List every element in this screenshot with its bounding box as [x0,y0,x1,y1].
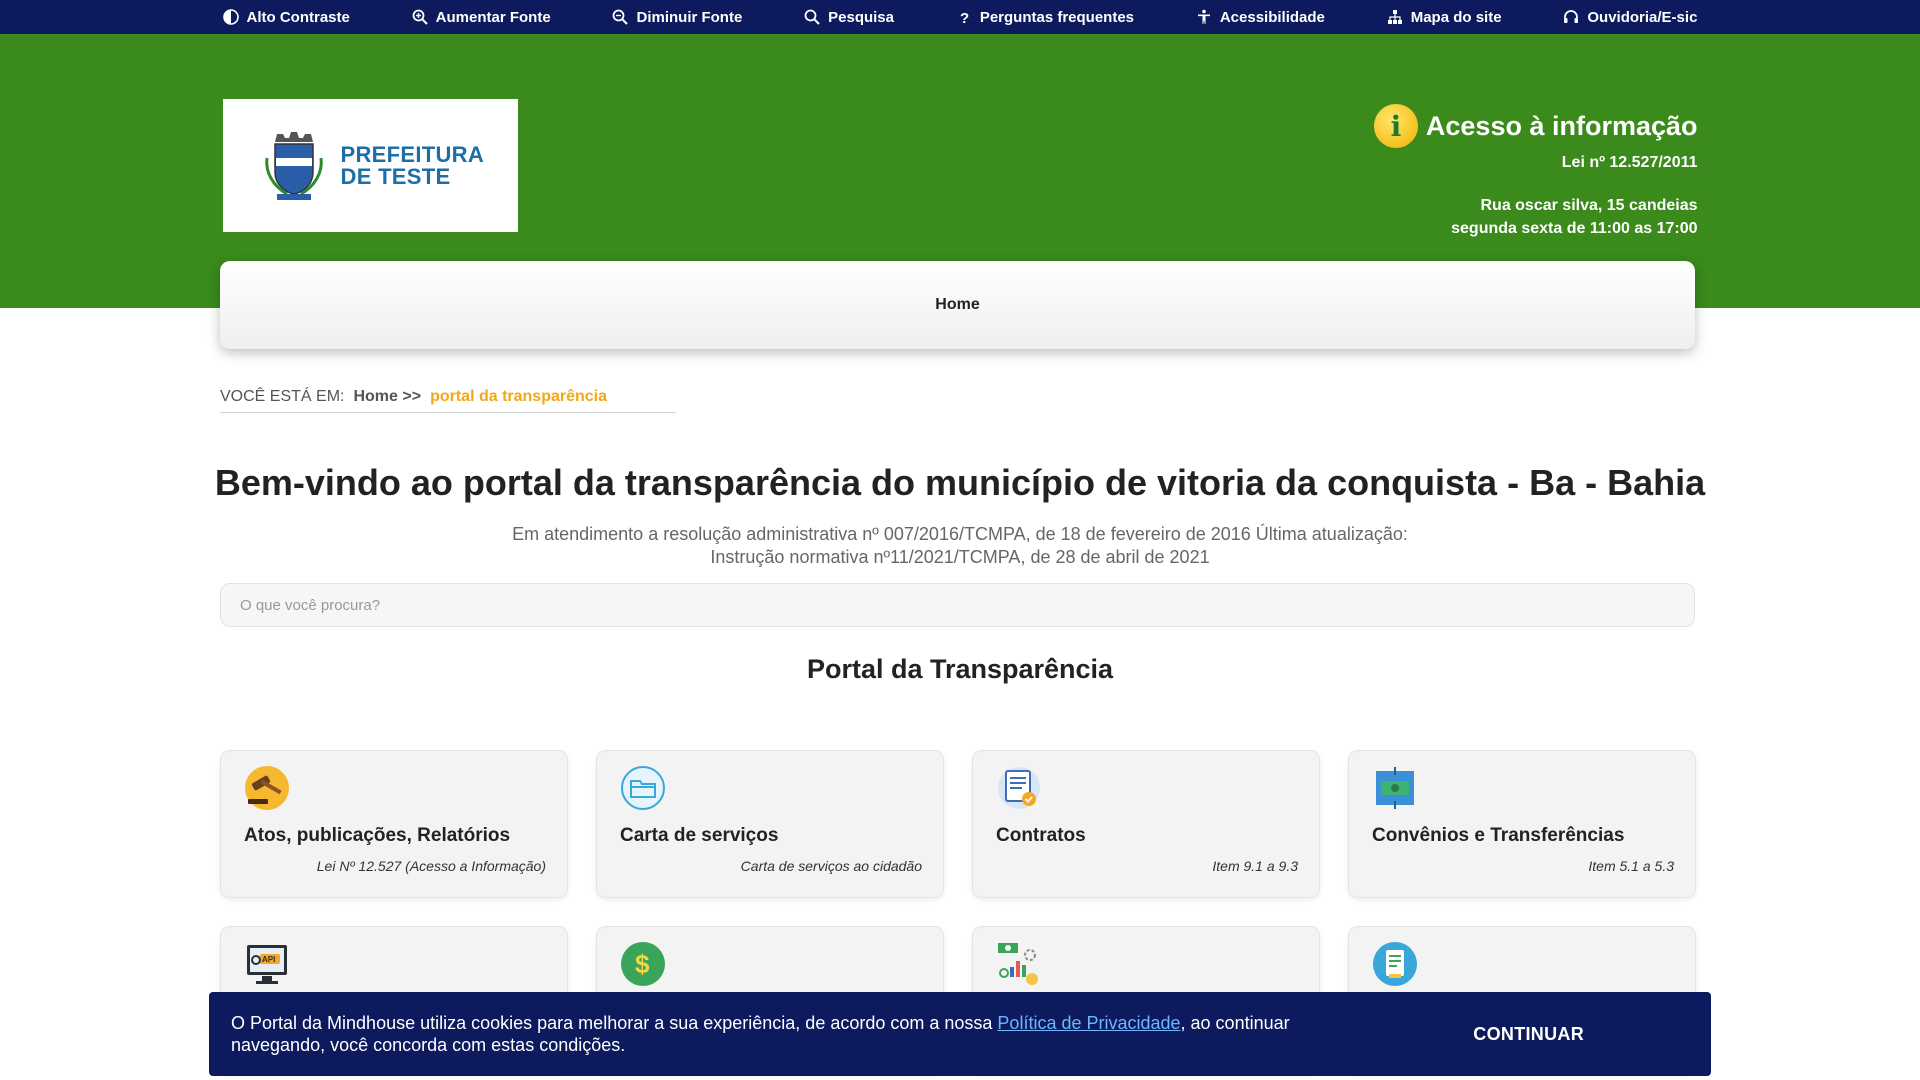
privacy-policy-link[interactable]: Política de Privacidade [997,1013,1180,1033]
document-icon [1373,942,1417,986]
address: Rua oscar silva, 15 candeias segunda sex… [1374,194,1698,240]
folder-icon [621,766,665,810]
subtitle-line1: Em atendimento a resolução administrativ… [512,524,1408,544]
zoom-in-icon [412,9,428,25]
decrease-font-link[interactable]: Diminuir Fonte [612,9,742,26]
logo-line2: DE TESTE [340,163,451,189]
gavel-icon [245,766,289,810]
access-information: i Acesso à informação Lei nº 12.527/2011… [1373,104,1698,240]
info-icon: i [1373,104,1418,148]
faq-label: Perguntas frequentes [979,8,1135,26]
nav-home-link[interactable]: Home [935,296,979,314]
transfer-icon [1376,767,1414,809]
search-icon [804,9,820,25]
breadcrumb-current: portal da transparência [430,388,608,405]
sitemap-icon [1387,10,1402,24]
breadcrumb: VOCÊ ESTÁ EM: Home >> portal da transpar… [220,388,676,413]
contract-icon [998,767,1040,809]
ombudsman-label: Ouvidoria/E-sic [1587,8,1698,26]
increase-font-link[interactable]: Aumentar Fonte [412,9,551,26]
high-contrast-label: Alto Contraste [246,8,350,26]
access-info-link[interactable]: i Acesso à informação [1373,104,1698,148]
cookie-text-before: O Portal da Mindhouse utiliza cookies pa… [231,1013,998,1033]
card-desc: Lei Nº 12.527 (Acesso a Informação) [316,858,546,874]
increase-font-label: Aumentar Fonte [435,8,551,26]
accessibility-icon [1197,9,1210,24]
ombudsman-link[interactable]: Ouvidoria/E-sic [1563,9,1697,26]
page-subtitle: Em atendimento a resolução administrativ… [0,523,1920,569]
access-law: Lei nº 12.527/2011 [1561,154,1698,171]
sitemap-label: Mapa do site [1410,8,1502,26]
high-contrast-link[interactable]: Alto Contraste [222,8,350,26]
site-logo[interactable]: PREFEITURA DE TESTE [222,99,518,232]
accessibility-label: Acessibilidade [1219,8,1325,26]
card-contratos[interactable]: Contratos Item 9.1 a 9.3 [972,750,1320,898]
card-convenios[interactable]: Convênios e Transferências Item 5.1 a 5.… [1348,750,1696,898]
cookie-text: O Portal da Mindhouse utiliza cookies pa… [231,1012,1351,1056]
address-line1: Rua oscar silva, 15 candeias [1480,197,1698,214]
city-crest-icon [264,131,323,200]
question-icon: ? [960,10,969,25]
section-title: Portal da Transparência [806,654,1114,684]
main-nav: Home [220,261,1695,349]
search-label: Pesquisa [828,8,894,26]
zoom-out-icon [613,9,629,25]
svg-text:?: ? [960,10,969,25]
address-line2: segunda sexta de 11:00 as 17:00 [1451,220,1698,237]
breadcrumb-home-link[interactable]: Home >> [353,388,421,406]
card-carta-servicos[interactable]: Carta de serviços Carta de serviços ao c… [596,750,944,898]
contrast-icon [222,9,239,25]
accessibility-bar: Alto Contraste Aumentar Fonte Diminuir F… [0,0,1920,34]
card-desc: Carta de serviços ao cidadão [740,858,922,874]
card-atos[interactable]: Atos, publicações, Relatórios Lei Nº 12.… [220,750,568,898]
svg-text:API: API [262,955,275,964]
access-info-title: Acesso à informação [1425,110,1698,141]
search-link[interactable]: Pesquisa [804,9,894,26]
svg-text:$: $ [635,949,650,979]
dollar-icon: $ [621,942,665,986]
breadcrumb-label: VOCÊ ESTÁ EM: [220,388,345,405]
continue-button[interactable]: CONTINUAR [1473,1024,1584,1045]
logo-line1: PREFEITURA [340,141,485,167]
sitemap-link[interactable]: Mapa do site [1387,9,1502,26]
card-title: Convênios e Transferências [1372,825,1625,846]
api-monitor-icon: API [247,945,287,984]
page-title: Bem-vindo ao portal da transparência do … [214,462,1706,503]
card-desc: Item 5.1 a 5.3 [1588,858,1674,874]
headset-icon [1564,10,1579,23]
search-input[interactable] [220,583,1695,627]
card-title: Atos, publicações, Relatórios [244,825,511,846]
faq-link[interactable]: ? Perguntas frequentes [956,9,1134,26]
card-title: Contratos [996,825,1086,846]
accessibility-link[interactable]: Acessibilidade [1196,9,1325,26]
decrease-font-label: Diminuir Fonte [636,8,743,26]
finance-chart-icon [998,943,1038,985]
card-desc: Item 9.1 a 9.3 [1212,858,1298,874]
card-title: Carta de serviços [620,825,779,846]
cookie-banner: O Portal da Mindhouse utiliza cookies pa… [209,992,1711,1076]
subtitle-line2: Instrução normativa nº11/2021/TCMPA, de … [710,547,1210,567]
